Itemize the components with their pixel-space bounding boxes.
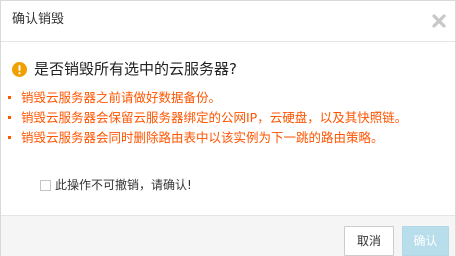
- confirm-destroy-dialog: 确认销毁 是否销毁所有选中的云服务器? 销毁云服务器之前请做好数据备份。 销毁云…: [0, 0, 456, 256]
- bullet-icon: [8, 116, 11, 119]
- warning-icon: [12, 61, 27, 77]
- question-text: 是否销毁所有选中的云服务器?: [34, 60, 237, 78]
- dialog-title: 确认销毁: [12, 12, 65, 27]
- dialog-header: 确认销毁: [1, 1, 455, 42]
- confirm-label[interactable]: 此操作不可撤销，请确认!: [55, 177, 192, 193]
- warning-text: 销毁云服务器会保留云服务器绑定的公网IP，云硬盘，以及其快照链。: [21, 110, 408, 125]
- bullet-icon: [8, 96, 11, 99]
- close-icon[interactable]: [430, 12, 448, 30]
- warning-text: 销毁云服务器会同时删除路由表中以该实例为下一跳的路由策略。: [21, 130, 384, 145]
- warning-text: 销毁云服务器之前请做好数据备份。: [21, 90, 222, 105]
- bullet-icon: [8, 136, 11, 139]
- question-row: 是否销毁所有选中的云服务器?: [12, 57, 237, 81]
- confirm-checkbox[interactable]: [40, 179, 51, 191]
- warning-list: 销毁云服务器之前请做好数据备份。 销毁云服务器会保留云服务器绑定的公网IP，云硬…: [7, 89, 447, 149]
- warning-item: 销毁云服务器之前请做好数据备份。: [7, 89, 447, 106]
- warning-item: 销毁云服务器会同时删除路由表中以该实例为下一跳的路由策略。: [7, 129, 447, 146]
- confirm-row: 此操作不可撤销，请确认!: [40, 177, 192, 193]
- warning-item: 销毁云服务器会保留云服务器绑定的公网IP，云硬盘，以及其快照链。: [7, 109, 447, 126]
- dialog-footer: 取消 确认: [1, 215, 455, 256]
- cancel-button[interactable]: 取消: [344, 226, 394, 256]
- confirm-button[interactable]: 确认: [402, 226, 449, 256]
